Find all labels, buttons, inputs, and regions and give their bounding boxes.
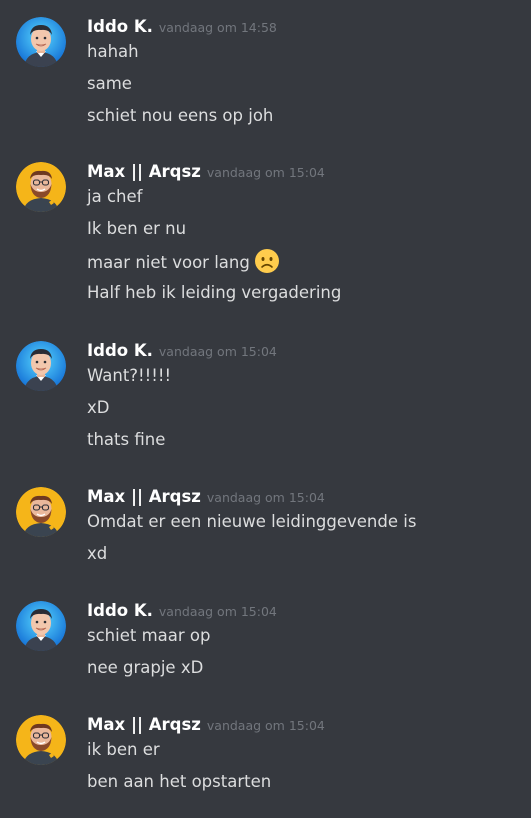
- message-header: Max || Arqsz vandaag om 15:04: [87, 487, 325, 511]
- username[interactable]: Max || Arqsz: [87, 487, 201, 506]
- username[interactable]: Max || Arqsz: [87, 715, 201, 734]
- message-text: hahah: [87, 42, 139, 61]
- message-header: Iddo K. vandaag om 15:04: [87, 601, 277, 625]
- timestamp: vandaag om 15:04: [158, 604, 277, 619]
- timestamp: vandaag om 15:04: [206, 165, 325, 180]
- username[interactable]: Iddo K.: [87, 601, 153, 620]
- message-text: schiet nou eens op joh: [87, 106, 274, 125]
- avatar[interactable]: [16, 162, 66, 212]
- message-text: ja chef: [87, 187, 143, 206]
- message-lines: hahah same schiet nou eens op joh: [87, 39, 273, 135]
- message-line[interactable]: Want?!!!!!: [87, 363, 171, 395]
- message-text: thats fine: [87, 430, 166, 449]
- message-lines: Omdat er een nieuwe leidinggevende is xd: [87, 509, 416, 573]
- message-header: Iddo K. vandaag om 15:04: [87, 341, 277, 365]
- avatar[interactable]: [16, 341, 66, 391]
- message-header: Max || Arqsz vandaag om 15:04: [87, 162, 325, 186]
- chat-messages: Iddo K. vandaag om 14:58 hahah same schiet n…: [0, 0, 531, 818]
- timestamp: vandaag om 14:58: [158, 20, 277, 35]
- message-text: Want?!!!!!: [87, 366, 172, 385]
- message-text: Half heb ik leiding vergadering: [87, 283, 342, 302]
- message-text: Omdat er een nieuwe leidinggevende is: [87, 512, 417, 531]
- message-line[interactable]: xD: [87, 395, 171, 427]
- message-header: Iddo K. vandaag om 14:58: [87, 17, 277, 41]
- message-line[interactable]: schiet nou eens op joh: [87, 103, 273, 135]
- message-text: ik ben er: [87, 740, 160, 759]
- timestamp: vandaag om 15:04: [158, 344, 277, 359]
- message-lines: ik ben er ben aan het opstarten: [87, 737, 271, 801]
- message-line[interactable]: ik ben er: [87, 737, 271, 769]
- message-text: ben aan het opstarten: [87, 772, 272, 791]
- message-line[interactable]: hahah: [87, 39, 273, 71]
- message-line[interactable]: ben aan het opstarten: [87, 769, 271, 801]
- message-line[interactable]: xd: [87, 541, 416, 573]
- timestamp: vandaag om 15:04: [206, 718, 325, 733]
- message-text: nee grapje xD: [87, 658, 204, 677]
- username[interactable]: Max || Arqsz: [87, 162, 201, 181]
- username[interactable]: Iddo K.: [87, 341, 153, 360]
- message-line[interactable]: schiet maar op: [87, 623, 210, 655]
- timestamp: vandaag om 15:04: [206, 490, 325, 505]
- message-line[interactable]: thats fine: [87, 427, 171, 459]
- message-text: schiet maar op: [87, 626, 211, 645]
- message-line[interactable]: maar niet voor lang: [87, 248, 341, 280]
- message-text: Ik ben er nu: [87, 219, 187, 238]
- message-text: xd: [87, 544, 108, 563]
- message-lines: schiet maar op nee grapje xD: [87, 623, 210, 687]
- username[interactable]: Iddo K.: [87, 17, 153, 36]
- message-text: xD: [87, 398, 110, 417]
- message-header: Max || Arqsz vandaag om 15:04: [87, 715, 325, 739]
- avatar[interactable]: [16, 715, 66, 765]
- message-line[interactable]: Omdat er een nieuwe leidinggevende is: [87, 509, 416, 541]
- message-lines: ja chef Ik ben er nu maar niet voor lang H…: [87, 184, 341, 312]
- message-text: maar niet voor lang: [87, 253, 250, 272]
- avatar[interactable]: [16, 601, 66, 651]
- message-line[interactable]: Ik ben er nu: [87, 216, 341, 248]
- message-line[interactable]: same: [87, 71, 273, 103]
- message-line[interactable]: Half heb ik leiding vergadering: [87, 280, 341, 312]
- avatar[interactable]: [16, 487, 66, 537]
- avatar[interactable]: [16, 17, 66, 67]
- message-line[interactable]: ja chef: [87, 184, 341, 216]
- message-lines: Want?!!!!! xD thats fine: [87, 363, 171, 459]
- message-line[interactable]: nee grapje xD: [87, 655, 210, 687]
- frowning-face-icon[interactable]: [254, 248, 280, 274]
- message-text: same: [87, 74, 132, 93]
